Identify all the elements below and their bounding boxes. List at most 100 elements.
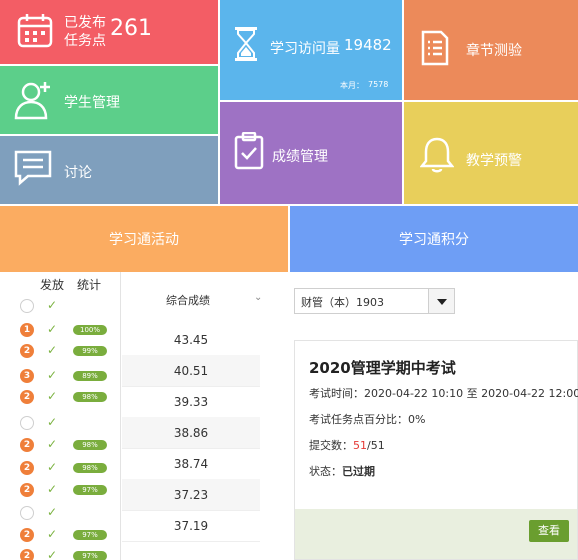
score-cell: 39.33 xyxy=(122,386,260,418)
published-count: 261 xyxy=(110,16,152,41)
completion-pill: 97% xyxy=(73,530,107,540)
exam-time-end: 2020-04-22 12:00 xyxy=(481,387,578,400)
exam-submit-total: /51 xyxy=(367,439,385,452)
empty-radio[interactable] xyxy=(20,416,34,430)
list-item[interactable]: ✓ xyxy=(0,501,130,525)
check-icon: ✓ xyxy=(47,527,58,541)
exam-time-start: 2020-04-22 10:10 xyxy=(364,387,464,400)
exam-task-line: 考试任务点百分比：0% xyxy=(309,411,425,427)
alert-label: 教学预警 xyxy=(466,153,522,169)
exam-task-value: 0% xyxy=(408,413,426,426)
chapter-label: 章节测验 xyxy=(466,43,522,59)
published-label-line2: 任务点 xyxy=(64,33,106,49)
exam-status-label: 状态： xyxy=(309,465,342,478)
students-label: 学生管理 xyxy=(64,95,120,111)
completion-pill: 97% xyxy=(73,551,107,560)
user-add-icon xyxy=(14,80,52,124)
list-item[interactable]: ✓ xyxy=(0,294,130,318)
list-item[interactable]: 2 ✓ 98% xyxy=(0,385,130,409)
publish-column-header: 发放 xyxy=(40,278,65,292)
check-icon: ✓ xyxy=(47,482,58,496)
hourglass-icon xyxy=(234,26,258,66)
exam-submit-line: 提交数：51/51 xyxy=(309,437,385,453)
exam-submit-label: 提交数： xyxy=(309,439,353,452)
tile-published-tasks[interactable]: 已发布 任务点 261 xyxy=(0,0,218,64)
exam-submit-done: 51 xyxy=(353,439,367,452)
activity-label: 学习通活动 xyxy=(109,232,179,248)
check-icon: ✓ xyxy=(47,437,58,451)
exam-time-separator: 至 xyxy=(466,387,478,400)
completion-pill: 89% xyxy=(73,371,107,381)
exam-time-label: 考试时间： xyxy=(309,387,364,400)
visits-count: 19482 xyxy=(344,36,392,54)
visits-month-value: 7578 xyxy=(368,80,389,89)
task-count-badge: 2 xyxy=(20,528,34,542)
tile-study-visits[interactable]: 学习访问量 19482 本月： 7578 xyxy=(220,0,402,100)
visits-month-label: 本月： xyxy=(340,81,364,90)
list-item[interactable]: 2 ✓ 97% xyxy=(0,544,130,560)
task-count-badge: 2 xyxy=(20,390,34,404)
list-item[interactable]: 2 ✓ 97% xyxy=(0,478,130,502)
exam-card: 2020管理学期中考试 考试时间：2020-04-22 10:10 至 2020… xyxy=(294,340,578,560)
document-icon xyxy=(420,30,450,70)
check-icon: ✓ xyxy=(47,460,58,474)
task-count-badge: 2 xyxy=(20,549,34,560)
published-label-line1: 已发布 xyxy=(64,15,106,31)
list-item[interactable]: 2 ✓ 98% xyxy=(0,433,130,457)
grades-label: 成绩管理 xyxy=(272,149,328,165)
tile-teaching-alert[interactable]: 教学预警 xyxy=(404,102,578,204)
tile-student-management[interactable]: 学生管理 xyxy=(0,66,218,134)
class-select[interactable]: 财管（本）1903 xyxy=(294,288,455,314)
exam-time-line: 考试时间：2020-04-22 10:10 至 2020-04-22 12:00 xyxy=(309,385,578,401)
score-cell: 37.19 xyxy=(122,510,260,542)
tile-study-points[interactable]: 学习通积分 xyxy=(290,206,578,272)
empty-radio[interactable] xyxy=(20,299,34,313)
points-label: 学习通积分 xyxy=(399,232,469,248)
completion-pill: 98% xyxy=(73,440,107,450)
stats-column-header: 统计 xyxy=(77,278,102,292)
check-icon: ✓ xyxy=(47,389,58,403)
check-icon: ✓ xyxy=(47,505,58,519)
tile-study-activity[interactable]: 学习通活动 xyxy=(0,206,288,272)
tile-discussion[interactable]: 讨论 xyxy=(0,136,218,204)
task-count-badge: 1 xyxy=(20,323,34,337)
completion-pill: 98% xyxy=(73,392,107,402)
chevron-down-icon[interactable]: ⌄ xyxy=(254,292,262,303)
task-count-badge: 2 xyxy=(20,344,34,358)
score-cell: 38.74 xyxy=(122,448,260,480)
tile-grade-management[interactable]: 成绩管理 xyxy=(220,102,402,204)
task-count-badge: 2 xyxy=(20,461,34,475)
clipboard-check-icon xyxy=(234,131,264,174)
class-select-value: 财管（本）1903 xyxy=(301,296,384,309)
score-cell: 43.45 xyxy=(122,324,260,356)
task-count-badge: 2 xyxy=(20,483,34,497)
check-icon: ✓ xyxy=(47,322,58,336)
exam-card-footer: 查看 xyxy=(295,509,577,559)
check-icon: ✓ xyxy=(47,298,58,312)
visits-label: 学习访问量 xyxy=(270,41,340,57)
list-item[interactable]: 2 ✓ 98% xyxy=(0,456,130,480)
score-column-header: 综合成绩 xyxy=(166,294,210,307)
exam-title: 2020管理学期中考试 xyxy=(309,359,456,377)
bell-icon xyxy=(419,136,455,178)
dropdown-arrow-icon[interactable] xyxy=(428,289,454,313)
task-count-badge: 2 xyxy=(20,438,34,452)
check-icon: ✓ xyxy=(47,343,58,357)
task-count-badge: 3 xyxy=(20,369,34,383)
completion-pill: 99% xyxy=(73,346,107,356)
exam-status-line: 状态：已过期 xyxy=(309,463,375,479)
check-icon: ✓ xyxy=(47,548,58,560)
calendar-icon xyxy=(16,12,54,54)
empty-radio[interactable] xyxy=(20,506,34,520)
chat-icon xyxy=(14,150,52,190)
completion-pill: 98% xyxy=(73,463,107,473)
tile-chapter-quiz[interactable]: 章节测验 xyxy=(404,0,578,100)
view-button[interactable]: 查看 xyxy=(529,520,569,542)
discuss-label: 讨论 xyxy=(64,165,92,181)
task-list-panel: 发放 统计 综合成绩 ⌄ ✓ 1 ✓ 100% 2 ✓ 99% 3 ✓ 89% 2 ✓ 98% ✓ 2 ✓ 98… xyxy=(0,272,264,560)
exam-status-value: 已过期 xyxy=(342,465,375,478)
list-item[interactable]: ✓ xyxy=(0,411,130,435)
score-cell: 38.86 xyxy=(122,417,260,449)
list-item[interactable]: 2 ✓ 99% xyxy=(0,339,130,363)
score-cell: 40.51 xyxy=(122,355,260,387)
